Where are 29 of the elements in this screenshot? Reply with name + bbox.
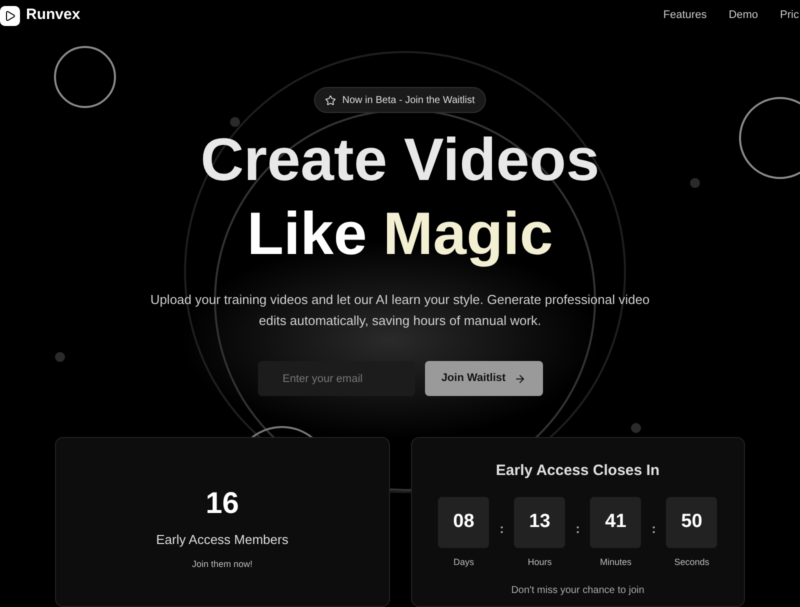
time-unit-label: Days: [453, 556, 474, 569]
star-icon: [325, 94, 336, 106]
time-unit-label: Minutes: [600, 556, 632, 568]
countdown-note: Don't miss your chance to join: [511, 584, 644, 598]
time-value: 13: [514, 496, 566, 548]
headline-line: Create Videos: [199, 125, 601, 195]
members-label: Early Access Members: [156, 531, 288, 549]
member-count: 16: [206, 486, 239, 522]
subtitle-paragraph: Upload your training videos and let our AI learn your style. Generate professional video edits automatically, saving hours of manual work.: [150, 291, 650, 330]
members-note: Join them now!: [192, 558, 253, 570]
nav-link[interactable]: Demo: [728, 7, 758, 24]
headline-accent-word: Magic: [383, 199, 554, 269]
time-value: 08: [438, 496, 490, 548]
arrow-right-icon: [514, 372, 526, 384]
time-unit-label: Hours: [528, 556, 552, 568]
time-value: 41: [590, 496, 642, 548]
brand-name: Runvex: [26, 5, 80, 26]
time-unit-label: Seconds: [674, 556, 710, 568]
badge-label: Now in Beta - Join the Waitlist: [342, 94, 475, 108]
email-input-field[interactable]: Enter your email: [258, 361, 414, 396]
nav-link[interactable]: Pric: [780, 7, 799, 24]
headline-word: Like: [246, 199, 367, 269]
time-separator: :: [498, 520, 505, 538]
time-separator: :: [574, 520, 581, 538]
nav-link[interactable]: Features: [663, 7, 707, 24]
time-separator: :: [650, 520, 657, 538]
time-value: 50: [666, 496, 718, 548]
join-waitlist-button[interactable]: Join Waitlist: [424, 361, 542, 396]
countdown-title: Early Access Closes In: [496, 461, 660, 481]
